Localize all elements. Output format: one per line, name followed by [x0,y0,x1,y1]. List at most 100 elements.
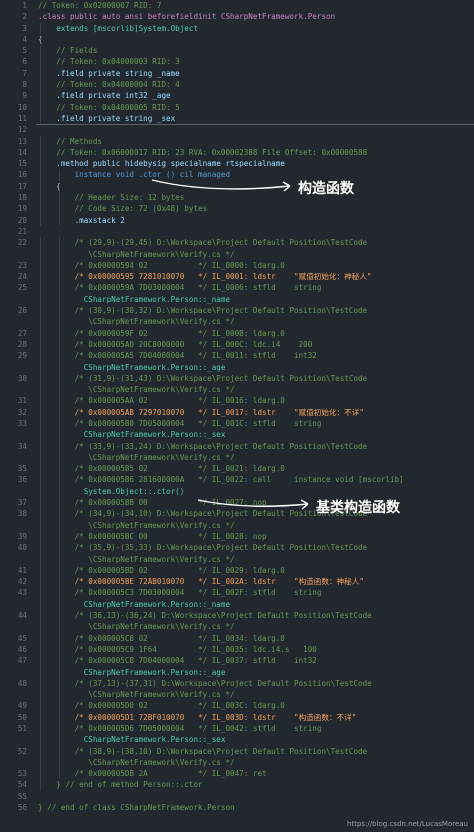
line-number: 34 [17,441,27,451]
code-text: \CSharpNetFramework\Verify.cs */ [38,317,235,327]
code-text: CSharpNetFramework.Person::_sex [38,430,226,440]
line-number: 56 [17,803,27,813]
code-line: 9 .field private int32 _age [0,90,474,102]
code-line: 50 /* 0x000005D1 72BF010070 */ IL_003D: … [0,711,474,723]
code-text: /* 0x000005B6 281600000A */ IL_0022: cal… [38,475,404,485]
code-text: /* 0x000005A0 20C8000000 */ IL_000C: ldc… [38,339,313,349]
code-text: System.Object::.ctor() [38,486,185,496]
line-number: 21 [17,226,27,236]
code-text: .field private int32 _age [38,91,171,101]
code-line: \CSharpNetFramework\Verify.cs */ [0,519,474,531]
code-line: 42 /* 0x000005BE 72AB010070 */ IL_002A: … [0,576,474,588]
line-number: 29 [17,351,27,361]
code-line: \CSharpNetFramework\Verify.cs */ [0,689,474,701]
code-line: 4{ [0,34,474,45]
code-line: 39 /* 0x000005BC 00 */ IL_0028: nop [0,530,474,543]
code-line: 49 /* 0x000005D0 02 */ IL_003C: ldarg.0 [0,700,474,712]
code-text: // Token: 0x02000007 RID: 7 [38,1,162,10]
code-text: \CSharpNetFramework\Verify.cs */ [38,757,235,767]
code-line: 19 // Code Size: 72 (0x48) bytes [0,203,474,215]
code-line: 5 // Fields [0,45,474,57]
code-text: CSharpNetFramework.Person::_name [38,599,231,609]
code-line: 25 /* 0x0000059A 7D03000004 */ IL_0006: … [0,282,474,294]
code-line: CSharpNetFramework.Person::_sex [0,429,474,441]
code-text: .method public hidebysig specialname rts… [38,159,285,169]
code-line: 32 /* 0x000005AB 7297010070 */ IL_0017: … [0,406,474,418]
annotation-arrow-constructor [151,179,291,192]
code-line: \CSharpNetFramework\Verify.cs */ [0,316,474,328]
code-text: // Fields [38,46,98,56]
code-line: 47 /* 0x000005CB 7D04000004 */ IL_0037: … [0,655,474,667]
line-number: 53 [17,769,27,779]
code-line: 1 // Token: 0x02000007 RID: 7 [0,0,474,11]
code-text: // Token: 0x04000005 RID: 5 [38,102,180,112]
line-number: 39 [17,531,27,541]
code-text: \CSharpNetFramework\Verify.cs */ [38,520,235,530]
code-text: /* 0x000005AB 7297010070 */ IL_0017: lds… [38,407,364,417]
code-text: /* 0x0000059F 02 */ IL_000B: ldarg.0 [38,328,285,338]
code-text: /* (31,9)-(31,43) D:\Workspace\Project D… [38,373,368,383]
code-line: CSharpNetFramework.Person::_age [0,361,474,373]
code-text: extends [mscorlib]System.Object [38,23,199,33]
code-text: /* 0x000005C9 1F64 */ IL_0035: ldc.i4.s … [38,644,317,654]
code-line: \CSharpNetFramework\Verify.cs */ [0,553,474,565]
line-number: 7 [22,68,27,78]
code-text: } // end of class CSharpNetFramework.Per… [38,803,235,813]
line-number: 36 [17,475,27,485]
code-line: 7 .field private string _name [0,67,474,80]
code-line: 41 /* 0x000005BD 02 */ IL_0029: ldarg.0 [0,564,474,577]
code-line: 21 [0,226,474,237]
code-line: \CSharpNetFramework\Verify.cs */ [0,621,474,633]
code-line: 40 /* (35,9)-(35,33) D:\Workspace\Projec… [0,542,474,554]
line-number: 18 [17,193,27,203]
code-text: CSharpNetFramework.Person::_name [38,294,231,304]
code-editor[interactable]: 1 // Token: 0x02000007 RID: 7 2 .class publ… [0,0,474,832]
code-line: 34 /* (33,9)-(33,24) D:\Workspace\Projec… [0,440,474,452]
code-text: .class public auto ansi beforefieldinit … [38,12,336,22]
code-text: /* 0x000005D1 72BF010070 */ IL_003D: lds… [38,712,357,722]
line-number: 3 [22,23,27,33]
line-number: 6 [22,57,27,67]
code-line: 46 /* 0x000005C9 1F64 */ IL_0035: ldc.i4… [0,643,474,656]
code-line: CSharpNetFramework.Person::_name [0,293,474,306]
line-number: 4 [22,34,27,44]
code-text: CSharpNetFramework.Person::_age [38,362,226,372]
line-number: 19 [17,204,27,214]
line-number: 54 [17,780,27,790]
code-text: /* (35,9)-(35,33) D:\Workspace\Project D… [38,543,368,553]
code-text: /* 0x000005D0 02 */ IL_003C: ldarg.0 [38,701,285,711]
line-number: 27 [17,328,27,338]
constructor-annotation: 构造函数 [298,181,354,197]
code-text: \CSharpNetFramework\Verify.cs */ [38,452,235,462]
code-line: CSharpNetFramework.Person::_name [0,598,474,611]
code-line: CSharpNetFramework.Person::_age [0,666,474,678]
code-text: // Code Size: 72 (0x48) bytes [38,204,208,214]
code-text: /* 0x000005A5 7D04000004 */ IL_0011: stf… [38,351,317,361]
line-number: 55 [17,791,27,801]
code-text: \CSharpNetFramework\Verify.cs */ [38,385,235,395]
code-line: 36 /* 0x000005B6 281600000A */ IL_0022: … [0,474,474,486]
line-number: 13 [17,136,27,146]
line-number: 5 [22,46,27,56]
code-line: 8 // Token: 0x04000004 RID: 4 [0,79,474,91]
watermark: https://blog.csdn.net/LucasMoreau [347,820,468,828]
line-number: 47 [17,656,27,666]
line-number: 43 [17,588,27,598]
line-number: 22 [17,238,27,248]
code-line: CSharpNetFramework.Person::_sex [0,734,474,746]
line-number: 31 [17,396,27,406]
code-text: // Token: 0x04000003 RID: 3 [38,57,180,67]
line-number: 26 [17,306,27,316]
code-line: 53 /* 0x000005DB 2A */ IL_0047: ret [0,768,474,780]
code-text: { [38,181,61,191]
code-line: 55 [0,791,474,802]
code-line: 6 // Token: 0x04000003 RID: 3 [0,56,474,68]
code-text: /* 0x000005B5 02 */ IL_0021: ldarg.0 [38,464,285,474]
code-line: 35 /* 0x000005B5 02 */ IL_0021: ldarg.0 [0,463,474,475]
code-line: 10 // Token: 0x04000005 RID: 5 [0,101,474,113]
code-line: 45 /* 0x000005C8 02 */ IL_0034: ldarg.0 [0,632,474,644]
line-number: 30 [17,373,27,383]
code-text: \CSharpNetFramework\Verify.cs */ [38,554,235,564]
code-text: /* 0x000005B0 7D05000004 */ IL_001C: stf… [38,418,322,428]
code-line: 29 /* 0x000005A5 7D04000004 */ IL_0011: … [0,350,474,362]
